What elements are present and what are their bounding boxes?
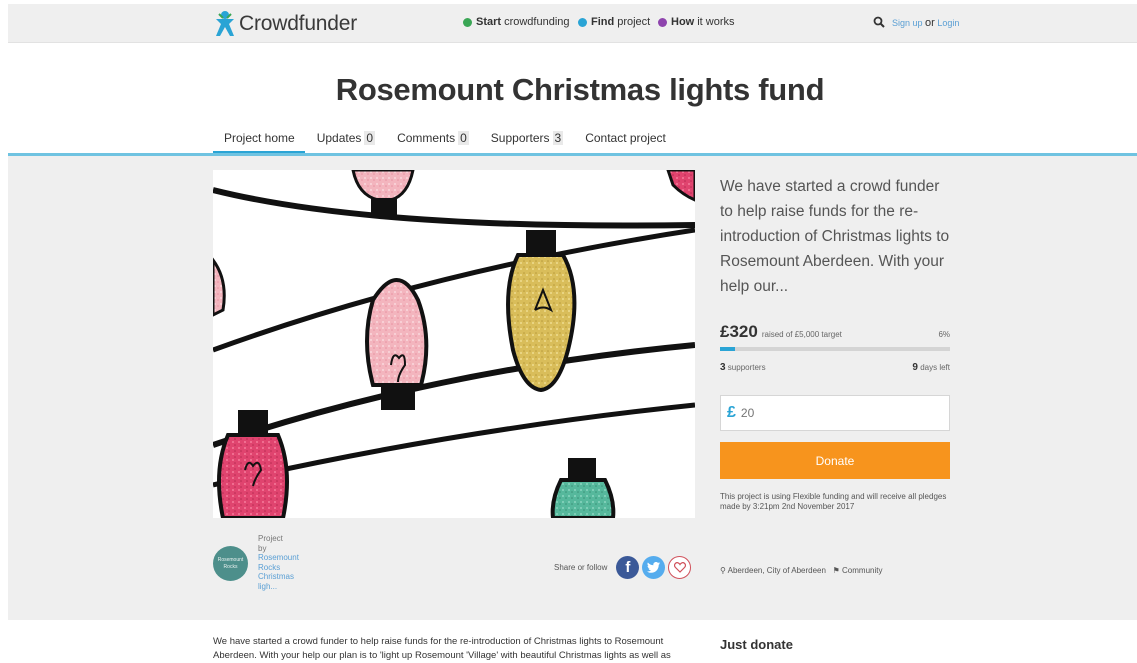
auth-or: or [925,17,935,29]
funding-percent: 6% [938,330,950,339]
owner-name-line[interactable]: Christmas [258,572,318,582]
funding-progress-bar [720,347,950,351]
nav-find-bold: Find [591,16,615,28]
by-label: by [258,543,267,553]
project-tags: ⚲ Aberdeen, City of Aberdeen ⚑ Community [720,566,882,575]
signup-link[interactable]: Sign up [892,18,923,28]
donation-amount-field[interactable]: £ [720,395,950,431]
avatar-text: Rosemount Rocks [217,556,244,570]
top-navigation-bar: Crowdfunder Start crowdfunding Find proj… [8,4,1137,43]
question-circle-icon [658,17,667,27]
donate-button[interactable]: Donate [720,442,950,479]
tab-label: Contact project [585,131,666,145]
project-tabs: Project home Updates 0 Comments 0 Supporte… [213,124,676,154]
auth-links: Sign up or Login [892,17,959,29]
project-summary: We have started a crowd funder to help r… [720,178,950,295]
nav-how-bold: How [671,16,695,28]
nav-find-rest: project [617,16,651,28]
funding-amount-row: £320 raised of £5,000 target 6% [720,322,950,342]
owner-name-line[interactable]: ligh... [258,582,318,592]
logo-text: Crowdfunder [239,12,358,35]
tab-count: 0 [364,131,376,145]
search-icon[interactable] [873,16,885,28]
logo[interactable]: Crowdfunder [213,10,357,38]
nav-find-project[interactable]: Find project [578,16,650,28]
login-link[interactable]: Login [937,18,959,28]
plus-circle-icon [463,17,472,27]
nav-start-rest: crowdfunding [504,16,570,28]
raised-amount: £320 [720,322,758,341]
share-label: Share or follow [554,563,608,572]
funding-meta-row: 3 supporters 9 days left [720,362,950,373]
just-donate-heading: Just donate [720,637,793,652]
raised-target-text: raised of £5,000 target [761,330,842,339]
tab-contact-project[interactable]: Contact project [573,124,676,154]
nav-start-crowdfunding[interactable]: Start crowdfunding [463,16,570,28]
tab-label: Supporters [490,131,550,145]
tab-count: 3 [552,131,564,145]
supporters-label: supporters [727,363,766,372]
tab-label: Comments [397,131,456,145]
owner-byline: Project by Rosemount Rocks Christmas lig… [258,534,318,591]
days-left-stat: 9 days left [912,362,950,373]
heart-follow-icon[interactable] [668,556,692,579]
project-story: We have started a crowd funder to help r… [213,636,671,661]
page-title: Rosemount Christmas lights fund [335,72,825,107]
days-label: days left [920,363,950,372]
tab-supporters[interactable]: Supporters 3 [479,124,573,154]
project-label: Project [258,534,283,543]
tab-comments[interactable]: Comments 0 [385,124,479,154]
nav-how-it-works[interactable]: How it works [658,16,735,28]
tab-project-home[interactable]: Project home [213,124,305,154]
facebook-icon[interactable]: f [616,556,640,579]
location-tag[interactable]: Aberdeen, City of Aberdeen [728,566,826,575]
nav-start-bold: Start [476,16,502,28]
currency-symbol: £ [727,404,736,421]
tab-label: Updates [316,131,362,145]
days-count: 9 [912,362,918,373]
twitter-icon[interactable] [642,556,666,579]
supporters-count: 3 [720,362,726,373]
owner-name-line[interactable]: Rosemount [258,553,318,563]
globe-icon [578,17,587,27]
avatar[interactable]: Rosemount Rocks [213,546,248,581]
funding-note: This project is using Flexible funding a… [720,492,947,511]
nav-how-rest: it works [697,16,735,28]
funding-progress-fill [720,347,735,351]
donation-amount-input[interactable] [738,405,923,421]
supporters-stat: 3 supporters [720,362,766,373]
crowdfunder-logo-icon [216,11,234,36]
share-follow: Share or follow f [554,556,692,579]
tab-label: Project home [224,131,295,145]
owner-name-line[interactable]: Rocks [258,563,318,573]
project-hero-image [213,170,695,518]
category-tag[interactable]: Community [842,566,882,575]
location-pin-icon: ⚲ [720,566,726,575]
tab-count: 0 [458,131,469,145]
tab-updates[interactable]: Updates 0 [305,124,385,154]
tag-icon: ⚑ [832,566,840,575]
